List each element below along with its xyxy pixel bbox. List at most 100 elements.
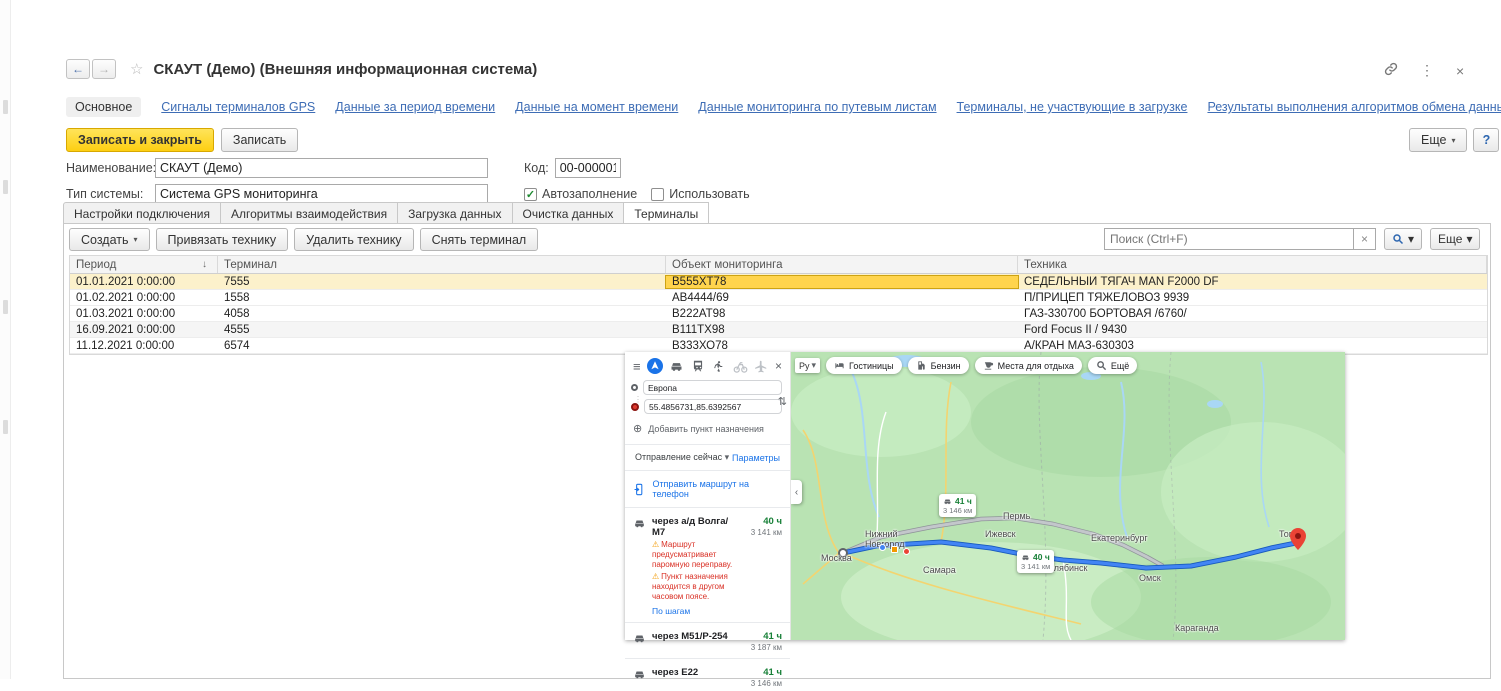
forward-button[interactable]: → <box>92 59 116 79</box>
autofill-checkbox[interactable]: ✓ <box>524 188 537 201</box>
name-input[interactable] <box>155 158 488 178</box>
nav-main-tab[interactable]: Основное <box>66 97 141 117</box>
map-language-button[interactable]: Ру▾ <box>795 358 820 373</box>
save-and-close-button[interactable]: Записать и закрыть <box>66 128 214 152</box>
table-row[interactable]: 01.02.2021 0:00:00 1558 АВ4444/69 П/ПРИЦ… <box>70 290 1487 306</box>
system-type-input[interactable] <box>155 184 488 204</box>
chip-fuel[interactable]: Бензин <box>908 357 969 374</box>
more-button[interactable]: Еще▾ <box>1409 128 1467 152</box>
warning-marker-icon[interactable] <box>891 546 898 553</box>
cell-period[interactable]: 01.01.2021 0:00:00 <box>70 276 218 288</box>
departure-select[interactable]: Отправление сейчас ▾ <box>635 452 729 463</box>
menu-icon[interactable]: ≡ <box>633 359 641 374</box>
cell-object-focused[interactable]: B555XT78 <box>666 276 1018 288</box>
cell-vehicle[interactable]: Ford Focus II / 9430 <box>1018 324 1487 336</box>
column-header-terminal[interactable]: Терминал <box>218 256 666 273</box>
use-checkbox[interactable] <box>651 188 664 201</box>
nav-link-moment-data[interactable]: Данные на момент времени <box>515 100 678 114</box>
swap-waypoints-icon[interactable]: ⇅ <box>778 395 787 408</box>
nav-link-period-data[interactable]: Данные за период времени <box>335 100 495 114</box>
chip-more[interactable]: Ещё <box>1088 357 1137 374</box>
city-label: Екатеринбург <box>1091 534 1148 544</box>
cell-vehicle[interactable]: А/КРАН МАЗ-630303 <box>1018 340 1487 352</box>
poi-marker-icon[interactable] <box>903 548 910 555</box>
create-button[interactable]: Создать▾ <box>69 228 150 251</box>
chevron-down-icon: ▾ <box>812 360 817 371</box>
close-directions-icon[interactable]: × <box>775 359 782 373</box>
plane-mode-icon[interactable] <box>754 358 769 374</box>
divider <box>625 622 790 623</box>
poi-marker-icon[interactable] <box>879 544 886 551</box>
nav-link-excluded-terminals[interactable]: Терминалы, не участвующие в загрузке <box>957 100 1188 114</box>
car-mode-icon[interactable] <box>669 358 684 374</box>
destination-input[interactable] <box>644 399 782 414</box>
route-badge-main[interactable]: 40 ч 3 141 км <box>1017 550 1054 573</box>
delete-vehicle-button[interactable]: Удалить технику <box>294 228 413 251</box>
origin-input[interactable] <box>643 380 782 395</box>
column-header-period[interactable]: Период↓ <box>70 256 218 273</box>
add-destination-row[interactable]: ⊕ Добавить пункт назначения <box>625 416 790 441</box>
cell-object[interactable]: В111ТХ98 <box>666 324 1018 336</box>
cell-terminal[interactable]: 4555 <box>218 324 666 336</box>
cell-period[interactable]: 01.02.2021 0:00:00 <box>70 292 218 304</box>
cell-object[interactable]: В333ХО78 <box>666 340 1018 352</box>
cell-object[interactable]: В222АТ98 <box>666 308 1018 320</box>
back-button[interactable]: ← <box>66 59 90 79</box>
route-option-2[interactable]: через М51/Р-254 41 ч 3 187 км <box>625 626 790 655</box>
bike-mode-icon[interactable] <box>732 358 747 374</box>
column-header-vehicle[interactable]: Техника <box>1018 256 1487 273</box>
route-badge-alt[interactable]: 41 ч 3 146 км <box>939 494 976 517</box>
save-button[interactable]: Записать <box>221 128 298 152</box>
sort-desc-icon[interactable]: ↓ <box>202 259 207 270</box>
route-options-link[interactable]: Параметры <box>732 453 780 463</box>
cell-period[interactable]: 16.09.2021 0:00:00 <box>70 324 218 336</box>
table-row[interactable]: 01.01.2021 0:00:00 7555 B555XT78 СЕДЕЛЬН… <box>70 274 1487 290</box>
cell-terminal[interactable]: 4058 <box>218 308 666 320</box>
cell-period[interactable]: 11.12.2021 0:00:00 <box>70 340 218 352</box>
bind-vehicle-button[interactable]: Привязать технику <box>156 228 289 251</box>
dock-tab[interactable] <box>3 180 8 194</box>
favorite-star-icon[interactable]: ☆ <box>130 60 143 78</box>
dock-tab[interactable] <box>3 100 8 114</box>
form-navigation: Основное Сигналы терминалов GPS Данные з… <box>66 97 1501 117</box>
nav-link-gps-signals[interactable]: Сигналы терминалов GPS <box>161 100 315 114</box>
city-label: Караганда <box>1175 624 1219 634</box>
route-option-3[interactable]: через Е22 41 ч 3 146 км <box>625 662 790 691</box>
cell-period[interactable]: 01.03.2021 0:00:00 <box>70 308 218 320</box>
more-menu-icon[interactable]: ⋮ <box>1420 62 1434 79</box>
get-link-icon[interactable] <box>1384 62 1398 79</box>
map-canvas[interactable]: Ру▾ Гостиницы Бензин Места для отдыха Ещ… <box>791 352 1345 640</box>
origin-marker-icon <box>631 384 638 391</box>
cell-terminal[interactable]: 7555 <box>218 276 666 288</box>
walk-mode-icon[interactable] <box>711 358 726 374</box>
route-steps-link[interactable]: По шагам <box>652 606 734 616</box>
remove-terminal-button[interactable]: Снять терминал <box>420 228 539 251</box>
cell-vehicle[interactable]: ГАЗ-330700 БОРТОВАЯ /6760/ <box>1018 308 1487 320</box>
search-input[interactable] <box>1104 228 1354 250</box>
dock-tab[interactable] <box>3 420 8 434</box>
close-icon[interactable]: × <box>1456 63 1464 79</box>
cell-terminal[interactable]: 6574 <box>218 340 666 352</box>
chip-rest-areas[interactable]: Места для отдыха <box>975 357 1082 374</box>
cell-object[interactable]: АВ4444/69 <box>666 292 1018 304</box>
list-more-button[interactable]: Еще▾ <box>1430 228 1480 250</box>
table-row[interactable]: 16.09.2021 0:00:00 4555 В111ТХ98 Ford Fo… <box>70 322 1487 338</box>
code-input[interactable] <box>555 158 621 178</box>
transit-mode-icon[interactable] <box>690 358 705 374</box>
dock-tab[interactable] <box>3 300 8 314</box>
nav-link-waybill-monitoring[interactable]: Данные мониторинга по путевым листам <box>698 100 936 114</box>
clear-search-icon[interactable]: × <box>1354 228 1376 250</box>
help-button[interactable]: ? <box>1473 128 1499 152</box>
route-option-1[interactable]: через а/д Волга/М7 ⚠Маршрут предусматрив… <box>625 511 790 619</box>
send-to-phone-row[interactable]: Отправить маршрут на телефон <box>625 474 790 504</box>
collapse-panel-button[interactable]: ‹ <box>791 480 802 504</box>
cell-vehicle[interactable]: П/ПРИЦЕП ТЯЖЕЛОВОЗ 9939 <box>1018 292 1487 304</box>
cell-vehicle[interactable]: СЕДЕЛЬНЫЙ ТЯГАЧ MAN F2000 DF <box>1018 276 1487 288</box>
column-header-object[interactable]: Объект мониторинга <box>666 256 1018 273</box>
table-row[interactable]: 01.03.2021 0:00:00 4058 В222АТ98 ГАЗ-330… <box>70 306 1487 322</box>
nav-link-exchange-results[interactable]: Результаты выполнения алгоритмов обмена … <box>1207 100 1501 114</box>
search-button[interactable]: ▾ <box>1384 228 1422 250</box>
best-route-mode-icon[interactable] <box>647 358 663 374</box>
chip-hotels[interactable]: Гостиницы <box>826 357 902 374</box>
cell-terminal[interactable]: 1558 <box>218 292 666 304</box>
